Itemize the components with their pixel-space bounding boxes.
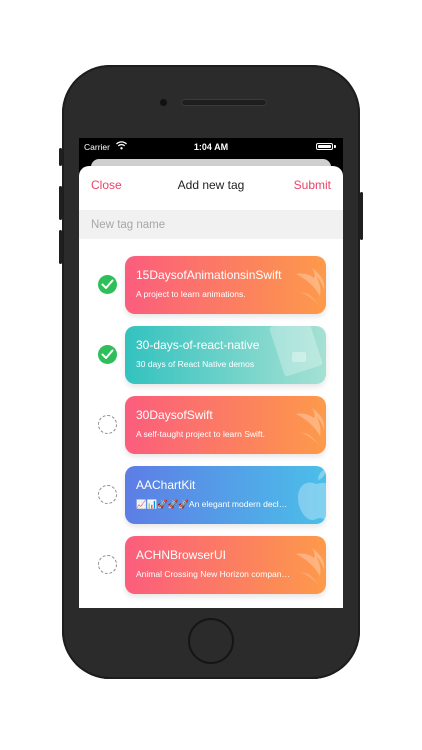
repo-row[interactable]: 15DaysofAnimationsinSwift A project to le… [79,256,343,314]
unchecked-circle-icon[interactable] [98,555,117,574]
repo-name: 30-days-of-react-native [136,338,260,352]
phone-screen: Carrier 1:04 AM Close Add new tag Submit… [79,138,343,608]
battery-tip [334,145,336,148]
swift-icon [282,396,326,454]
repo-name: 30DaysofSwift [136,408,213,422]
swift-icon [282,256,326,314]
status-bar: Carrier 1:04 AM [79,138,343,156]
repo-description: A self-taught project to learn Swift. [136,429,265,439]
earpiece-speaker [181,99,267,106]
battery-icon [316,143,333,150]
repo-row[interactable]: 30DaysofSwift A self-taught project to le… [79,396,343,454]
repo-row[interactable]: 30-days-of-react-native 30 days of React … [79,326,343,384]
repo-description: 📈📊🚀🚀🚀An elegant modern declarative data … [136,499,291,509]
repo-name: 15DaysofAnimationsinSwift [136,268,282,282]
swift-icon [282,536,326,594]
checkmark-circle-icon[interactable] [98,275,117,294]
tag-name-input[interactable] [79,210,343,239]
repo-name: ACHNBrowserUI [136,548,227,562]
repo-description: 30 days of React Native demos [136,359,255,369]
power-button [360,192,363,240]
document-icon [266,326,326,384]
repo-card[interactable]: 15DaysofAnimationsinSwift A project to le… [125,256,326,314]
unchecked-circle-icon[interactable] [98,485,117,504]
unchecked-circle-icon[interactable] [98,415,117,434]
checkmark-circle-icon[interactable] [98,345,117,364]
add-tag-sheet: Close Add new tag Submit 15DaysofAnimati… [79,166,343,608]
front-camera [160,99,167,106]
nav-bar: Close Add new tag Submit [79,166,343,206]
repo-card[interactable]: 30-days-of-react-native 30 days of React … [125,326,326,384]
apple-icon [286,466,326,524]
repo-description: A project to learn animations. [136,289,246,299]
repo-card[interactable]: ACHNBrowserUI Animal Crossing New Horizon… [125,536,326,594]
repo-card[interactable]: AAChartKit 📈📊🚀🚀🚀An elegant modern declara… [125,466,326,524]
repo-card[interactable]: 30DaysofSwift A self-taught project to le… [125,396,326,454]
repo-description: Animal Crossing New Horizon companion ap… [136,569,291,579]
submit-button[interactable]: Submit [294,178,331,192]
repo-name: AAChartKit [136,478,196,492]
status-time: 1:04 AM [193,142,229,152]
repo-row[interactable]: ACHNBrowserUI Animal Crossing New Horizon… [79,536,343,594]
home-button[interactable] [188,618,234,664]
repo-row[interactable]: AAChartKit 📈📊🚀🚀🚀An elegant modern declara… [79,466,343,524]
